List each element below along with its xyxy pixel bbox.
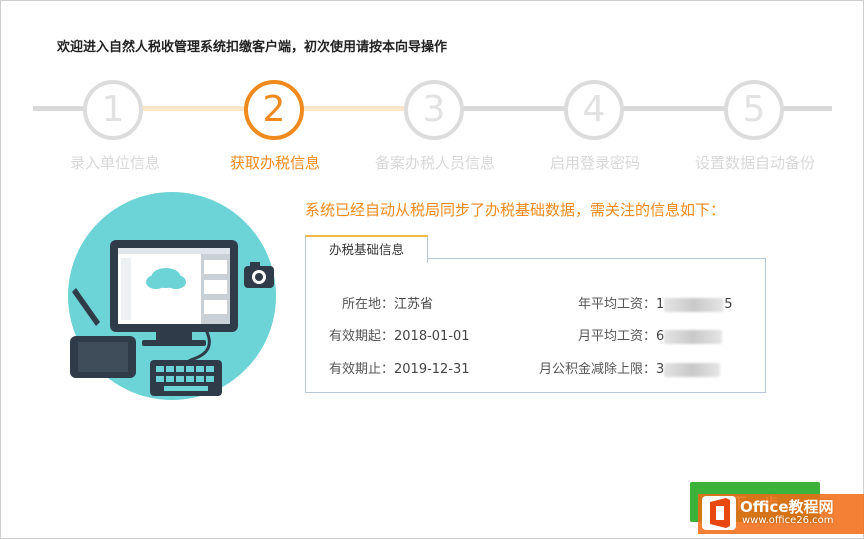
housing-fund-limit-field: 月公积金减除上限：3 bbox=[539, 358, 721, 377]
location-field: 所在地：江苏省 bbox=[342, 293, 433, 312]
valid-from-value: 2018-01-01 bbox=[394, 329, 470, 344]
redacted-value bbox=[664, 362, 721, 377]
step-4-label: 启用登录密码 bbox=[549, 154, 640, 172]
annual-avg-salary-label: 年平均工资： bbox=[578, 297, 657, 312]
location-value: 江苏省 bbox=[394, 297, 434, 312]
step-track-4-5 bbox=[618, 106, 738, 111]
watermark-brand: Office教程网 bbox=[740, 498, 834, 516]
step-track-right bbox=[778, 106, 832, 111]
step-3-label: 备案办税人员信息 bbox=[374, 154, 495, 172]
step-track-1-2 bbox=[135, 106, 255, 111]
redacted-value bbox=[664, 329, 723, 344]
step-1-circle: 1 bbox=[83, 80, 143, 140]
valid-from-label: 有效期起： bbox=[329, 329, 395, 344]
step-4-circle: 4 bbox=[564, 80, 624, 140]
monthly-avg-salary-value: 6 bbox=[656, 329, 665, 344]
step-track-3-4 bbox=[457, 106, 577, 111]
annual-avg-salary-value: 1 bbox=[656, 297, 665, 312]
step-track-2-3 bbox=[296, 106, 416, 111]
step-1-label: 录入单位信息 bbox=[69, 154, 160, 172]
step-5-circle: 5 bbox=[724, 80, 784, 140]
step-3-circle: 3 bbox=[404, 80, 464, 140]
valid-to-value: 2019-12-31 bbox=[394, 362, 470, 377]
step-2-label: 获取办税信息 bbox=[229, 154, 320, 172]
housing-fund-limit-value: 3 bbox=[656, 362, 665, 377]
computer-illustration bbox=[68, 192, 276, 400]
valid-from-field: 有效期起：2018-01-01 bbox=[329, 325, 470, 344]
welcome-heading: 欢迎进入自然人税收管理系统扣缴客户端，初次使用请按本向导操作 bbox=[57, 40, 448, 55]
step-2-circle: 2 bbox=[244, 80, 304, 140]
valid-to-field: 有效期止：2019-12-31 bbox=[329, 358, 470, 377]
watermark-url: www.office26.com bbox=[742, 515, 834, 526]
redacted-value bbox=[664, 297, 725, 312]
location-label: 所在地： bbox=[342, 297, 395, 312]
annual-avg-salary-field: 年平均工资：1 5 bbox=[578, 293, 733, 312]
monthly-avg-salary-field: 月平均工资：6 bbox=[578, 325, 723, 344]
monthly-avg-salary-label: 月平均工资： bbox=[578, 329, 657, 344]
housing-fund-limit-label: 月公积金减除上限： bbox=[539, 362, 657, 377]
sync-message: 系统已经自动从税局同步了办税基础数据，需关注的信息如下： bbox=[305, 201, 726, 219]
annual-avg-salary-tail: 5 bbox=[724, 297, 733, 312]
step-5-label: 设置数据自动备份 bbox=[694, 154, 815, 172]
tab-basic-info[interactable]: 办税基础信息 bbox=[305, 235, 428, 263]
valid-to-label: 有效期止： bbox=[329, 362, 395, 377]
